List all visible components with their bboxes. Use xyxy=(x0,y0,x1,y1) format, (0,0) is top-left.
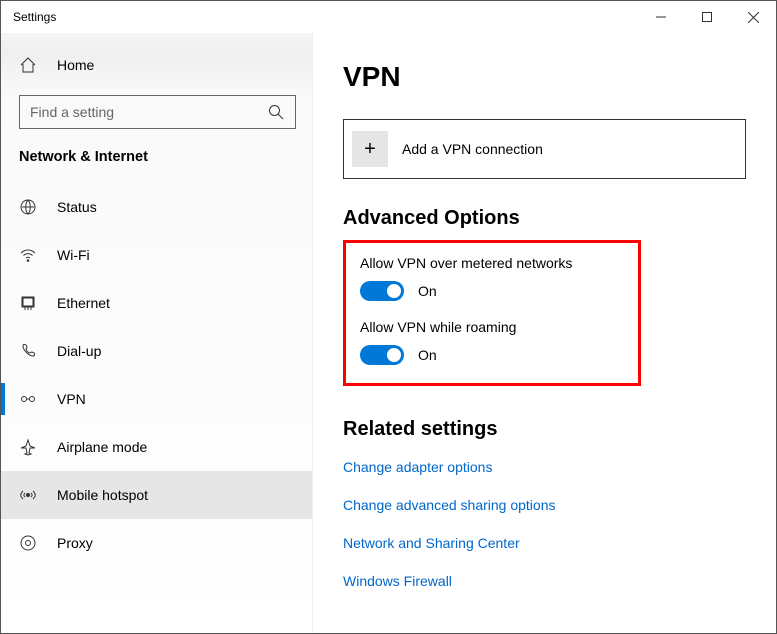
nav-label: Ethernet xyxy=(57,295,110,311)
nav-label: VPN xyxy=(57,391,86,407)
section-header: Network & Internet xyxy=(1,149,312,183)
related-settings: Related settings Change adapter options … xyxy=(343,418,746,589)
plus-icon: + xyxy=(352,131,388,167)
status-icon xyxy=(19,198,37,216)
sidebar: Home Find a setting Network & Internet S… xyxy=(1,33,313,633)
close-icon xyxy=(748,12,759,23)
add-vpn-button[interactable]: + Add a VPN connection xyxy=(343,119,746,179)
close-button[interactable] xyxy=(730,1,776,33)
nav-home-label: Home xyxy=(57,57,94,73)
proxy-icon xyxy=(19,534,37,552)
metered-toggle[interactable] xyxy=(360,281,404,301)
nav-proxy[interactable]: Proxy xyxy=(1,519,312,567)
window-body: Home Find a setting Network & Internet S… xyxy=(1,33,776,633)
nav-ethernet[interactable]: Ethernet xyxy=(1,279,312,327)
vpn-icon xyxy=(19,390,37,408)
advanced-options-highlight: Allow VPN over metered networks On Allow… xyxy=(343,240,641,386)
nav-label: Status xyxy=(57,199,97,215)
search-input[interactable]: Find a setting xyxy=(19,95,296,129)
maximize-button[interactable] xyxy=(684,1,730,33)
link-adapter-options[interactable]: Change adapter options xyxy=(343,459,746,475)
roaming-state: On xyxy=(418,347,437,363)
add-vpn-label: Add a VPN connection xyxy=(402,141,543,157)
nav-dialup[interactable]: Dial-up xyxy=(1,327,312,375)
nav-status[interactable]: Status xyxy=(1,183,312,231)
page-title: VPN xyxy=(343,61,746,93)
wifi-icon xyxy=(19,246,37,264)
nav-hotspot[interactable]: Mobile hotspot xyxy=(1,471,312,519)
settings-window: Settings Home Find a setting xyxy=(0,0,777,634)
minimize-icon xyxy=(656,12,666,22)
search-icon xyxy=(267,103,285,121)
nav-wifi[interactable]: Wi-Fi xyxy=(1,231,312,279)
nav-label: Proxy xyxy=(57,535,93,551)
titlebar: Settings xyxy=(1,1,776,33)
metered-label: Allow VPN over metered networks xyxy=(360,255,624,271)
nav-vpn[interactable]: VPN xyxy=(1,375,312,423)
link-network-sharing-center[interactable]: Network and Sharing Center xyxy=(343,535,746,551)
related-header: Related settings xyxy=(343,418,746,441)
maximize-icon xyxy=(702,12,712,22)
metered-toggle-row: On xyxy=(360,281,624,301)
link-sharing-options[interactable]: Change advanced sharing options xyxy=(343,497,746,513)
ethernet-icon xyxy=(19,294,37,312)
nav-airplane[interactable]: Airplane mode xyxy=(1,423,312,471)
roaming-toggle[interactable] xyxy=(360,345,404,365)
hotspot-icon xyxy=(19,486,37,504)
link-windows-firewall[interactable]: Windows Firewall xyxy=(343,573,746,589)
nav-label: Wi-Fi xyxy=(57,247,90,263)
nav-label: Mobile hotspot xyxy=(57,487,148,503)
search-placeholder: Find a setting xyxy=(30,104,114,120)
window-title: Settings xyxy=(13,10,638,24)
nav-home[interactable]: Home xyxy=(1,41,312,89)
metered-state: On xyxy=(418,283,437,299)
airplane-icon xyxy=(19,438,37,456)
minimize-button[interactable] xyxy=(638,1,684,33)
home-icon xyxy=(19,56,37,74)
window-controls xyxy=(638,1,776,33)
nav-label: Dial-up xyxy=(57,343,101,359)
advanced-header: Advanced Options xyxy=(343,207,746,230)
content-pane: VPN + Add a VPN connection Advanced Opti… xyxy=(313,33,776,633)
nav-label: Airplane mode xyxy=(57,439,147,455)
roaming-toggle-row: On xyxy=(360,345,624,365)
dialup-icon xyxy=(19,342,37,360)
roaming-label: Allow VPN while roaming xyxy=(360,319,624,335)
